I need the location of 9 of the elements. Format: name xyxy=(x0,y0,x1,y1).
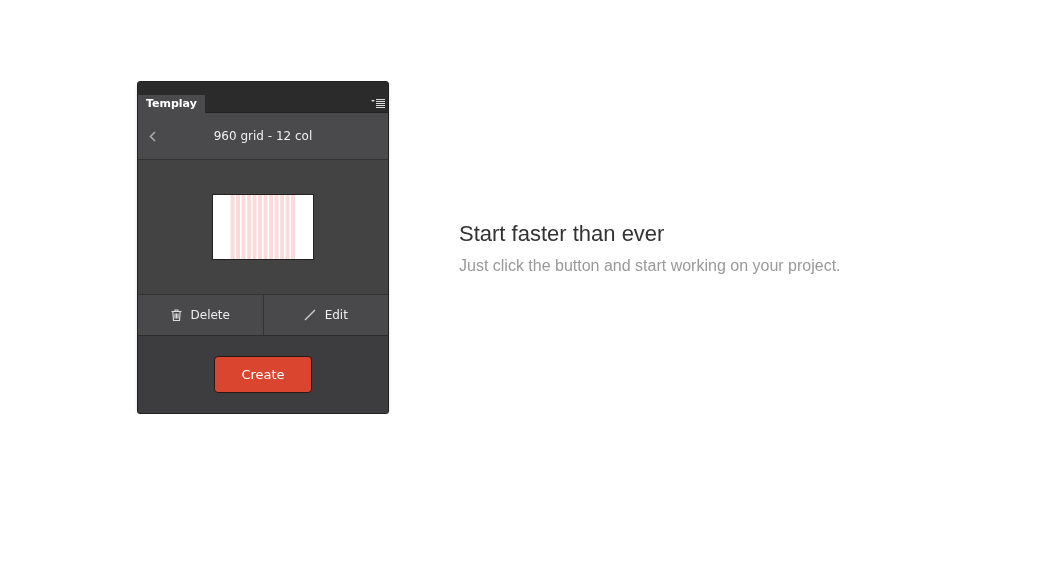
pencil-icon xyxy=(303,309,316,321)
feature-title: Start faster than ever xyxy=(459,221,666,247)
trash-icon xyxy=(170,309,182,321)
panel-tab[interactable]: Templay xyxy=(138,95,205,113)
feature-description: Just click the button and start working on your project. xyxy=(459,257,841,275)
create-button[interactable]: Create xyxy=(214,356,312,393)
panel-menu-icon[interactable] xyxy=(371,99,385,108)
template-title: 960 grid - 12 col xyxy=(212,129,314,143)
back-icon[interactable] xyxy=(149,130,156,142)
